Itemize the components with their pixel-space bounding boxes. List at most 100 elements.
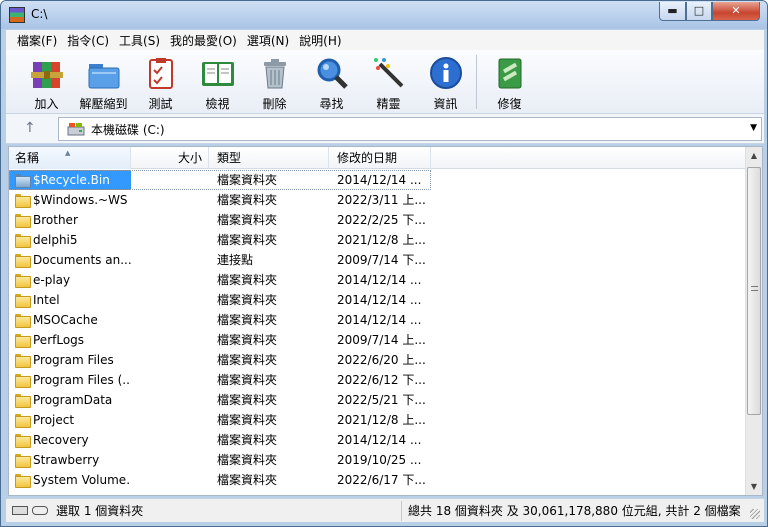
file-row[interactable]: e-play 檔案資料夾 2014/12/14 ... — [9, 270, 745, 290]
local-disk-icon — [67, 122, 85, 136]
file-type: 檔案資料夾 — [217, 353, 278, 367]
folder-icon — [15, 414, 31, 428]
file-name-cell: MSOCache — [9, 310, 131, 330]
file-modified: 2014/12/14 ... — [337, 433, 422, 447]
file-name: Intel — [33, 293, 60, 307]
add-button[interactable]: 加入 — [18, 50, 75, 114]
file-type: 連接點 — [217, 253, 254, 267]
scroll-up-arrow[interactable]: ▲ — [746, 147, 762, 164]
file-row[interactable]: Program Files 檔案資料夾 2022/6/20 上... — [9, 350, 745, 370]
file-size — [131, 470, 209, 490]
file-row[interactable]: PerfLogs 檔案資料夾 2009/7/14 上... — [9, 330, 745, 350]
scroll-down-arrow[interactable]: ▼ — [746, 478, 762, 495]
winrar-app-icon[interactable] — [9, 7, 25, 23]
file-row[interactable]: Recovery 檔案資料夾 2014/12/14 ... — [9, 430, 745, 450]
file-modified: 2022/6/20 上... — [337, 353, 426, 367]
file-row[interactable]: Strawberry 檔案資料夾 2019/10/25 ... — [9, 450, 745, 470]
column-header-name[interactable]: 名稱 ▲ — [9, 147, 131, 169]
status-bar: 選取 1 個資料夾 總共 18 個資料夾 及 30,061,178,880 位元… — [6, 498, 764, 522]
checklist-icon — [144, 56, 178, 90]
file-size — [131, 430, 209, 450]
minimize-button[interactable]: ▬ — [659, 2, 686, 21]
address-dropdown[interactable]: 本機磁碟 (C:) ▼ — [58, 117, 762, 141]
extract-to-button[interactable]: 解壓縮到 — [75, 50, 132, 114]
total-status: 總共 18 個資料夾 及 30,061,178,880 位元組, 共計 2 個檔… — [408, 504, 741, 518]
file-name: Strawberry — [33, 453, 100, 467]
menu-tools[interactable]: 工具(S) — [114, 32, 165, 49]
file-name: Documents an... — [33, 253, 131, 267]
drive-status-icon[interactable] — [12, 506, 28, 515]
file-row[interactable]: Intel 檔案資料夾 2014/12/14 ... — [9, 290, 745, 310]
file-name-cell: Intel — [9, 290, 131, 310]
menu-file[interactable]: 檔案(F) — [12, 32, 62, 49]
file-modified: 2009/7/14 上... — [337, 333, 426, 347]
column-header-size[interactable]: 大小 — [131, 147, 209, 169]
folder-icon — [15, 294, 31, 308]
file-name-cell: ProgramData — [9, 390, 131, 410]
maximize-button[interactable]: □ — [686, 2, 712, 21]
file-row[interactable]: MSOCache 檔案資料夾 2014/12/14 ... — [9, 310, 745, 330]
file-row[interactable]: Brother 檔案資料夾 2022/2/25 下... — [9, 210, 745, 230]
wizard-button[interactable]: 精靈 — [360, 50, 417, 114]
key-status-icon[interactable] — [32, 506, 48, 515]
info-label: 資訊 — [433, 97, 458, 111]
up-folder-button[interactable]: ↑ — [24, 120, 36, 136]
chevron-down-icon[interactable]: ▼ — [750, 123, 757, 133]
file-row[interactable]: Project 檔案資料夾 2021/12/8 上... — [9, 410, 745, 430]
vertical-scrollbar[interactable]: ▲ ▼ — [745, 147, 762, 495]
file-name: delphi5 — [33, 233, 78, 247]
delete-button[interactable]: 刪除 — [246, 50, 303, 114]
resize-grip-icon[interactable] — [750, 509, 760, 519]
file-type: 檔案資料夾 — [217, 413, 278, 427]
scroll-thumb[interactable] — [747, 167, 761, 415]
file-row[interactable]: System Volume... 檔案資料夾 2022/6/17 下... — [9, 470, 745, 490]
test-button[interactable]: 測試 — [132, 50, 189, 114]
file-modified: 2022/6/17 下... — [337, 473, 426, 487]
file-size — [131, 370, 209, 390]
file-type: 檔案資料夾 — [217, 373, 278, 387]
menu-options[interactable]: 選項(N) — [242, 32, 294, 49]
view-button[interactable]: 檢視 — [189, 50, 246, 114]
folder-icon — [15, 274, 31, 288]
title-bar[interactable]: C:\ ▬ □ ✕ — [1, 1, 767, 29]
file-size — [131, 230, 209, 250]
file-name: Program Files (... — [33, 373, 131, 387]
repair-label: 修復 — [497, 97, 522, 111]
file-row[interactable]: delphi5 檔案資料夾 2021/12/8 上... — [9, 230, 745, 250]
file-name: PerfLogs — [33, 333, 85, 347]
file-modified: 2022/6/12 下... — [337, 373, 426, 387]
folder-icon — [15, 374, 31, 388]
file-name: Project — [33, 413, 75, 427]
file-list[interactable]: 名稱 ▲ 大小 類型 修改的日期 $Recycle.Bin 檔案資料夾 2014/1… — [8, 146, 763, 496]
file-row[interactable]: Documents an... 連接點 2009/7/14 下... — [9, 250, 745, 270]
wizard-label: 精靈 — [376, 97, 401, 111]
file-modified: 2022/3/11 上... — [337, 193, 426, 207]
file-size — [131, 350, 209, 370]
file-row[interactable]: ProgramData 檔案資料夾 2022/5/21 下... — [9, 390, 745, 410]
find-button[interactable]: 尋找 — [303, 50, 360, 114]
menu-favorites[interactable]: 我的最愛(O) — [165, 32, 242, 49]
menu-commands[interactable]: 指令(C) — [62, 32, 114, 49]
address-path: 本機磁碟 (C:) — [91, 122, 165, 137]
menu-help[interactable]: 說明(H) — [294, 32, 346, 49]
file-name-cell: Recovery — [9, 430, 131, 450]
folder-icon — [15, 334, 31, 348]
column-header-modified[interactable]: 修改的日期 — [329, 147, 431, 169]
file-modified: 2014/12/14 ... — [337, 293, 422, 307]
file-row[interactable]: $Windows.~WS 檔案資料夾 2022/3/11 上... — [9, 190, 745, 210]
winrar-window: C:\ ▬ □ ✕ 檔案(F) 指令(C) 工具(S) 我的最愛(O) 選項(N… — [0, 0, 768, 527]
file-row[interactable]: Program Files (... 檔案資料夾 2022/6/12 下... — [9, 370, 745, 390]
file-name-cell: $Windows.~WS — [9, 190, 131, 210]
open-book-icon — [201, 56, 235, 90]
close-button[interactable]: ✕ — [712, 2, 760, 21]
folder-icon — [15, 454, 31, 468]
info-button[interactable]: 資訊 — [417, 50, 474, 114]
folder-icon — [15, 394, 31, 408]
file-modified: 2019/10/25 ... — [337, 453, 422, 467]
file-size — [131, 310, 209, 330]
file-row[interactable]: $Recycle.Bin 檔案資料夾 2014/12/14 ... — [9, 170, 431, 190]
column-header-type[interactable]: 類型 — [209, 147, 329, 169]
address-bar: ↑ 本機磁碟 (C:) ▼ — [6, 114, 764, 144]
file-modified: 2014/12/14 ... — [337, 273, 422, 287]
repair-button[interactable]: 修復 — [481, 50, 538, 114]
